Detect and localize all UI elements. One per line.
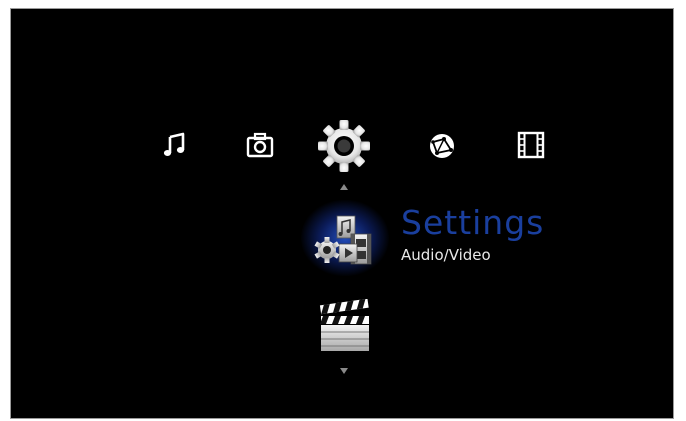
selected-item-subtitle: Audio/Video — [401, 246, 491, 264]
media-menu-screen: Settings Audio/Video — [10, 8, 674, 419]
film-strip-icon[interactable] — [516, 131, 546, 159]
selected-submenu-item[interactable] — [301, 200, 389, 276]
gear-icon[interactable] — [317, 119, 371, 173]
scroll-down-arrow-icon[interactable] — [340, 368, 348, 374]
audio-video-settings-icon — [314, 215, 372, 265]
selected-item-title: Settings — [401, 203, 545, 242]
network-globe-icon[interactable] — [427, 131, 457, 161]
clapperboard-icon[interactable] — [317, 298, 373, 355]
scroll-up-arrow-icon[interactable] — [340, 184, 348, 190]
music-note-icon[interactable] — [161, 131, 189, 159]
camera-icon[interactable] — [245, 131, 275, 159]
